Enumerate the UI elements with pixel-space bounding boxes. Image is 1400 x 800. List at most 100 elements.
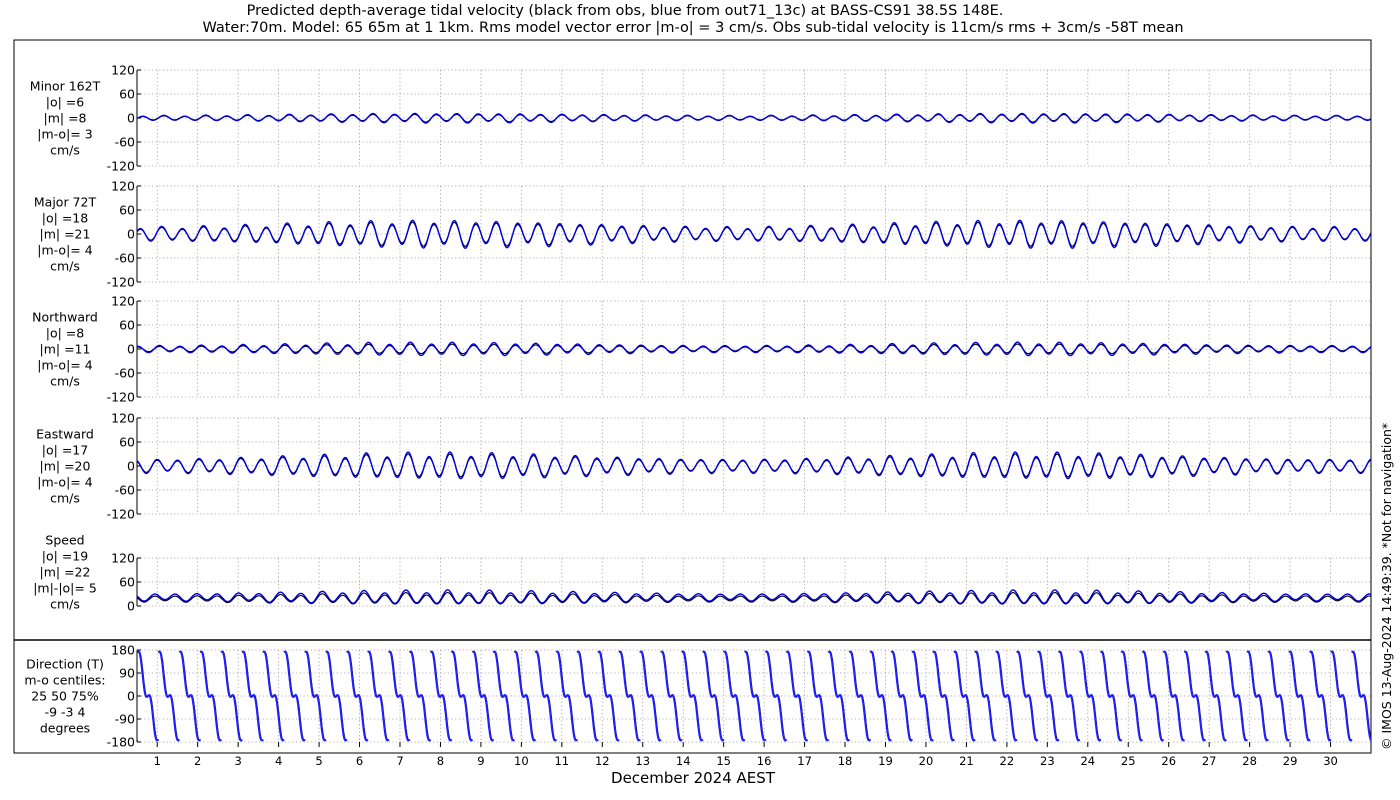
direction-label-line: -9 -3 4	[45, 705, 86, 720]
minor-label-line: cm/s	[50, 143, 80, 158]
x-tick-label: 12	[595, 754, 610, 768]
x-tick-label: 18	[838, 754, 853, 768]
speed-label-line: cm/s	[50, 597, 80, 612]
northward-label-line: |m-o|= 4	[37, 358, 92, 373]
x-tick-label: 29	[1283, 754, 1298, 768]
tidal-velocity-figure: Predicted depth-average tidal velocity (…	[13, 3, 1394, 787]
speed-label-line: |o| =19	[42, 549, 88, 564]
direction-label-line: degrees	[40, 721, 90, 736]
speed-ytick-label: 0	[127, 599, 135, 614]
northward-ytick-label: 0	[127, 342, 135, 357]
x-tick-label: 6	[356, 754, 363, 768]
northward-label-line: |m| =11	[40, 342, 91, 357]
x-tick-label: 24	[1080, 754, 1095, 768]
x-tick-label: 11	[554, 754, 569, 768]
major-label-line: |o| =18	[42, 211, 88, 226]
northward-ytick-label: -60	[115, 366, 135, 381]
speed-label-line: |m| =22	[40, 565, 91, 580]
minor-ytick-label: 120	[111, 63, 135, 78]
figure-frame	[13, 39, 1372, 754]
chart-title-line-1: Predicted depth-average tidal velocity (…	[247, 3, 1004, 19]
major-ytick-label: -120	[107, 275, 135, 290]
x-tick-label: 9	[477, 754, 484, 768]
major-ytick-label: -60	[115, 251, 135, 266]
northward-label-line: cm/s	[50, 374, 80, 389]
direction-ytick-label: 0	[127, 689, 135, 704]
speed-ytick-label: 120	[111, 551, 135, 566]
northward-ytick-label: -120	[107, 390, 135, 405]
minor-ytick-label: 0	[127, 111, 135, 126]
speed-label-line: |m|-|o|= 5	[33, 581, 97, 596]
major-label-line: Major 72T	[34, 195, 97, 210]
eastward-label-line: Eastward	[36, 427, 94, 442]
northward-panel: -120 -60 0 60 120 Northward|o| =8|m| =11|m-o|…	[32, 294, 1372, 405]
x-tick-label: 19	[878, 754, 893, 768]
major-ytick-label: 0	[127, 227, 135, 242]
eastward-label-line: |m-o|= 4	[37, 475, 92, 490]
speed-ytick-label: 60	[119, 575, 135, 590]
x-tick-label: 5	[315, 754, 322, 768]
major-label-line: |m-o|= 4	[37, 243, 92, 258]
x-tick-label: 22	[1000, 754, 1015, 768]
x-tick-label: 30	[1323, 754, 1338, 768]
x-tick-label: 1	[154, 754, 161, 768]
minor-ytick-label: -120	[107, 159, 135, 174]
x-tick-label: 17	[797, 754, 812, 768]
x-tick-label: 3	[234, 754, 241, 768]
minor-label-line: |m| =8	[44, 111, 87, 126]
x-tick-label: 21	[959, 754, 974, 768]
major-label-line: |m| =21	[40, 227, 91, 242]
direction-label-line: Direction (T)	[26, 657, 104, 672]
direction-panel: -180 -90 0 90 180 Direction (T)m-o centiles:2…	[24, 643, 1372, 750]
eastward-ytick-label: -60	[115, 483, 135, 498]
minor-label-line: |m-o|= 3	[37, 127, 92, 142]
eastward-ytick-label: 60	[119, 435, 135, 450]
x-tick-label: 25	[1121, 754, 1136, 768]
x-tick-label: 16	[757, 754, 772, 768]
eastward-label-line: |o| =17	[42, 443, 88, 458]
eastward-label-line: |m| =20	[40, 459, 91, 474]
direction-ytick-label: -90	[115, 712, 135, 727]
x-tick-label: 15	[716, 754, 731, 768]
major-ytick-label: 120	[111, 179, 135, 194]
northward-label-line: Northward	[32, 310, 98, 325]
direction-ytick-label: -180	[107, 735, 135, 750]
direction-label-line: m-o centiles:	[24, 673, 105, 688]
minor-ytick-label: 60	[119, 87, 135, 102]
x-tick-label: 14	[676, 754, 691, 768]
eastward-ytick-label: 120	[111, 411, 135, 426]
copyright-note: © IMOS 13-Aug-2024 14:49:39. *Not for na…	[1379, 423, 1394, 750]
x-tick-label: 26	[1161, 754, 1176, 768]
x-tick-label: 20	[919, 754, 934, 768]
chart-title-line-2: Water:70m. Model: 65 65m at 1 1km. Rms m…	[202, 20, 1183, 36]
northward-ytick-label: 60	[119, 318, 135, 333]
eastward-series-model	[136, 451, 1372, 480]
northward-label-line: |o| =8	[46, 326, 85, 341]
x-tick-label: 13	[635, 754, 650, 768]
x-tick-label: 28	[1242, 754, 1257, 768]
speed-label-line: Speed	[45, 533, 84, 548]
major-label-line: cm/s	[50, 259, 80, 274]
minor-label-line: |o| =6	[46, 95, 85, 110]
minor-label-line: Minor 162T	[30, 79, 101, 94]
major-ytick-label: 60	[119, 203, 135, 218]
eastward-ytick-label: -120	[107, 507, 135, 522]
x-tick-label: 7	[396, 754, 403, 768]
minor-panel: -120 -60 0 60 120 Minor 162T|o| =6|m| =8|m-o|…	[30, 63, 1372, 174]
direction-ytick-label: 180	[111, 643, 135, 658]
x-tick-label: 27	[1202, 754, 1217, 768]
eastward-ytick-label: 0	[127, 459, 135, 474]
eastward-label-line: cm/s	[50, 491, 80, 506]
x-axis-label: December 2024 AEST	[611, 769, 776, 787]
direction-label-line: 25 50 75%	[31, 689, 99, 704]
x-tick-label: 8	[437, 754, 444, 768]
minor-ytick-label: -60	[115, 135, 135, 150]
major-panel: -120 -60 0 60 120 Major 72T|o| =18|m| =21|m-o…	[34, 179, 1372, 290]
x-tick-label: 4	[275, 754, 282, 768]
x-tick-label: 23	[1040, 754, 1055, 768]
direction-ytick-label: 90	[119, 666, 135, 681]
panels-layer: -120-60060120Minor 162T|o| =6|m| =8|m-o|…	[24, 63, 1372, 750]
speed-panel: 0 60 120 Speed|o| =19|m| =22|m|-|o|= 5cm/s	[33, 533, 1372, 614]
northward-ytick-label: 120	[111, 294, 135, 309]
eastward-panel: -120 -60 0 60 120 Eastward|o| =17|m| =20|m-o|…	[36, 411, 1372, 522]
